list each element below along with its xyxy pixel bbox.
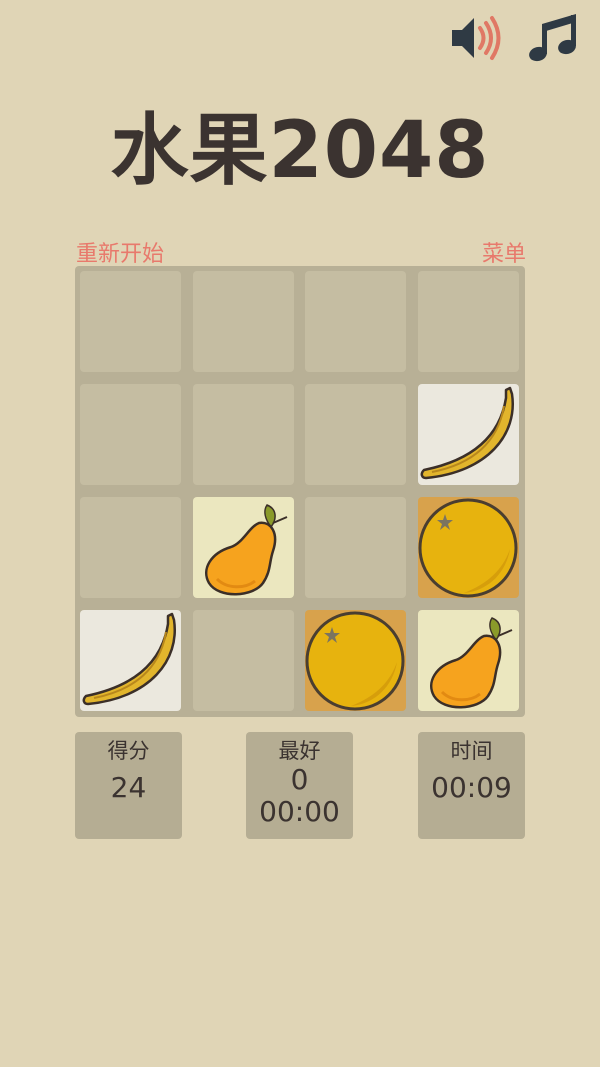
orange-icon bbox=[418, 498, 518, 598]
best-box: 最好 0 00:00 bbox=[246, 732, 353, 839]
empty-cell bbox=[80, 384, 181, 485]
game-title: 水果2048 bbox=[110, 106, 490, 196]
time-label: 时间 bbox=[450, 739, 493, 763]
orange-icon bbox=[305, 611, 405, 711]
music-toggle-button[interactable] bbox=[528, 12, 584, 64]
tile-pear bbox=[193, 497, 294, 598]
tile-banana bbox=[418, 384, 519, 485]
tile-pear bbox=[418, 610, 519, 711]
speaker-icon bbox=[452, 16, 501, 60]
best-score-value: 0 bbox=[290, 763, 309, 796]
banana-icon bbox=[82, 612, 176, 706]
empty-cell bbox=[193, 384, 294, 485]
pear-icon bbox=[205, 504, 288, 596]
best-label: 最好 bbox=[278, 739, 321, 763]
time-value: 00:09 bbox=[431, 771, 512, 804]
sound-toggle-button[interactable] bbox=[450, 12, 506, 64]
game-board[interactable] bbox=[75, 266, 525, 717]
empty-cell bbox=[305, 384, 406, 485]
tile-orange bbox=[305, 610, 406, 711]
score-value: 24 bbox=[110, 771, 147, 804]
empty-cell bbox=[80, 271, 181, 372]
music-note-icon bbox=[529, 14, 576, 62]
empty-cell bbox=[418, 271, 519, 372]
empty-cell bbox=[193, 271, 294, 372]
empty-cell bbox=[305, 271, 406, 372]
restart-button[interactable]: 重新开始 bbox=[76, 236, 164, 268]
empty-cell bbox=[193, 610, 294, 711]
best-time-value: 00:00 bbox=[259, 795, 340, 828]
time-box: 时间 00:09 bbox=[418, 732, 525, 839]
tile-orange bbox=[418, 497, 519, 598]
empty-cell bbox=[305, 497, 406, 598]
pear-icon bbox=[430, 617, 513, 709]
banana-icon bbox=[420, 386, 514, 480]
menu-button[interactable]: 菜单 bbox=[482, 236, 526, 268]
score-label: 得分 bbox=[107, 739, 150, 763]
score-box: 得分 24 bbox=[75, 732, 182, 839]
empty-cell bbox=[80, 497, 181, 598]
tile-banana bbox=[80, 610, 181, 711]
